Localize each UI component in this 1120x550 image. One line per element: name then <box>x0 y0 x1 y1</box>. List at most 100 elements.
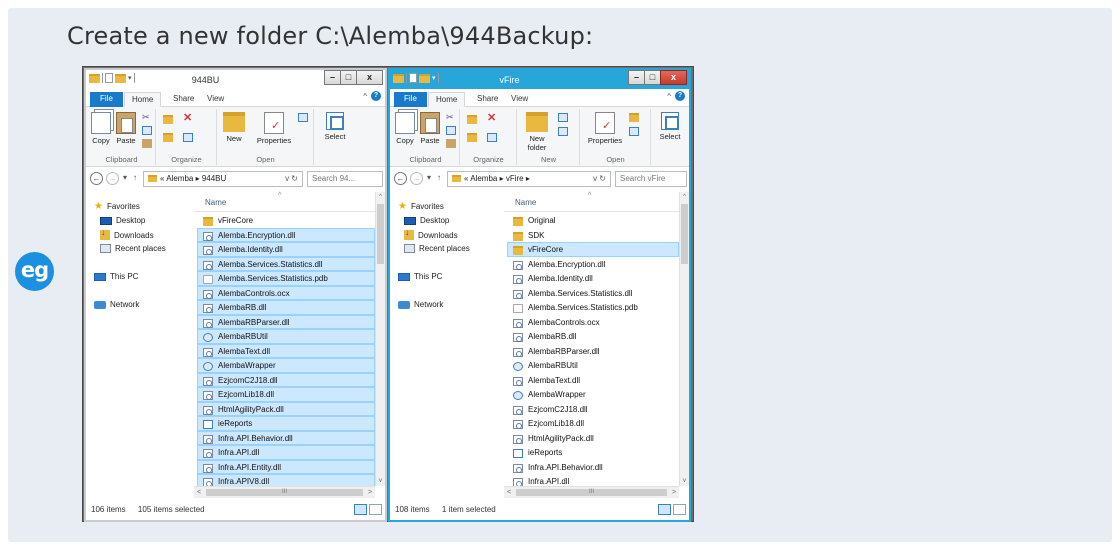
tab-share[interactable]: Share <box>470 92 505 107</box>
file-row[interactable]: Alemba.Services.Statistics.dll <box>507 286 679 301</box>
nav-item-favorites[interactable]: ★ Favorites <box>398 201 444 211</box>
file-row[interactable]: Original <box>507 213 679 228</box>
breadcrumb[interactable]: « Alemba ▸ 944BU <box>160 174 226 183</box>
open-icon[interactable] <box>629 113 639 122</box>
up-arrow-icon[interactable]: ↑ <box>437 173 441 182</box>
explorer-window-944bu[interactable]: ▾ 944BU – □ x File Home Share View ^ ? C… <box>84 68 387 522</box>
tab-view[interactable]: View <box>200 92 231 107</box>
copy-button[interactable]: Copy <box>91 112 111 145</box>
nav-item-recent-places[interactable]: Recent places <box>404 244 470 253</box>
paste-shortcut-icon[interactable] <box>142 139 152 148</box>
expand-ribbon-icon[interactable]: ^ <box>667 92 671 101</box>
tab-home[interactable]: Home <box>124 92 162 107</box>
column-header-name[interactable]: Name ^ <box>504 192 679 212</box>
details-view-icon[interactable] <box>354 504 367 515</box>
tab-view[interactable]: View <box>504 92 535 107</box>
delete-icon[interactable]: ✕ <box>183 113 193 124</box>
cut-icon[interactable]: ✂ <box>142 113 152 122</box>
file-row[interactable]: EzjcomLib18.dll <box>507 416 679 431</box>
maximize-button[interactable]: □ <box>644 70 661 85</box>
file-row[interactable]: HtmlAgilityPack.dll <box>197 401 375 416</box>
copy-path-icon[interactable] <box>446 126 456 135</box>
details-view-icon[interactable] <box>658 504 671 515</box>
file-row[interactable]: AlembaControls.ocx <box>507 315 679 330</box>
rename-icon[interactable] <box>183 133 193 142</box>
properties-button[interactable]: Properties <box>254 112 294 145</box>
tab-file[interactable]: File <box>394 92 427 107</box>
scroll-up-icon[interactable]: ^ <box>376 192 385 202</box>
breadcrumb[interactable]: « Alemba ▸ vFire ▸ <box>464 174 530 183</box>
file-row[interactable]: Alemba.Identity.dll <box>507 271 679 286</box>
up-arrow-icon[interactable]: ↑ <box>133 173 137 182</box>
copy-to-icon[interactable] <box>467 133 477 142</box>
close-button[interactable]: x <box>660 70 687 85</box>
nav-item-network[interactable]: Network <box>94 300 139 309</box>
nav-item-desktop[interactable]: Desktop <box>100 216 145 225</box>
file-row[interactable]: Alemba.Identity.dll <box>197 242 375 257</box>
scroll-down-icon[interactable]: v <box>680 476 689 486</box>
nav-item-this-pc[interactable]: This PC <box>94 272 138 281</box>
new-folder-button[interactable]: New folder <box>522 112 552 152</box>
file-row[interactable]: EzjcomC2J18.dll <box>197 372 375 387</box>
file-row[interactable]: AlembaWrapper <box>507 387 679 402</box>
paste-shortcut-icon[interactable] <box>446 139 456 148</box>
file-row[interactable]: EzjcomC2J18.dll <box>507 402 679 417</box>
close-button[interactable]: x <box>356 70 383 85</box>
delete-icon[interactable]: ✕ <box>487 113 497 124</box>
forward-arrow-icon[interactable]: → <box>410 172 423 185</box>
search-input[interactable]: Search vFire <box>615 171 687 187</box>
file-row[interactable]: Infra.API.dll <box>197 445 375 460</box>
cut-icon[interactable]: ✂ <box>446 113 456 122</box>
file-row[interactable]: Alemba.Services.Statistics.pdb <box>507 300 679 315</box>
file-row[interactable]: vFireCore <box>507 242 679 257</box>
nav-item-downloads[interactable]: Downloads <box>404 227 458 240</box>
rename-icon[interactable] <box>487 133 497 142</box>
refresh-icon[interactable]: v ↻ <box>285 172 298 186</box>
file-row[interactable]: Infra.API.Behavior.dll <box>507 460 679 475</box>
file-row[interactable]: AlembaRBUtil <box>197 329 375 344</box>
open-icon[interactable] <box>298 113 308 122</box>
file-row[interactable]: Infra.API.Behavior.dll <box>197 430 375 445</box>
horizontal-scrollbar[interactable]: < III > <box>504 486 679 498</box>
paste-button[interactable]: Paste <box>115 112 137 145</box>
nav-item-network[interactable]: Network <box>398 300 443 309</box>
maximize-button[interactable]: □ <box>340 70 357 85</box>
back-arrow-icon[interactable]: ← <box>394 172 407 185</box>
file-row[interactable]: AlembaRBParser.dll <box>197 314 375 329</box>
copy-to-icon[interactable] <box>163 133 173 142</box>
file-row[interactable]: EzjcomLib18.dll <box>197 387 375 402</box>
nav-item-favorites[interactable]: ★ Favorites <box>94 201 140 211</box>
scroll-up-icon[interactable]: ^ <box>680 192 689 202</box>
paste-button[interactable]: Paste <box>419 112 441 145</box>
refresh-icon[interactable]: v ↻ <box>593 172 606 186</box>
scroll-left-icon[interactable]: < <box>504 487 514 499</box>
nav-item-this-pc[interactable]: This PC <box>398 272 442 281</box>
file-row[interactable]: Alemba.Encryption.dll <box>197 227 375 242</box>
recent-locations-icon[interactable]: ▾ <box>123 173 127 182</box>
select-button[interactable]: Select <box>656 112 684 141</box>
file-row[interactable]: HtmlAgilityPack.dll <box>507 431 679 446</box>
tab-share[interactable]: Share <box>166 92 201 107</box>
scroll-thumb[interactable] <box>681 204 688 264</box>
file-row[interactable]: Alemba.Services.Statistics.pdb <box>197 271 375 286</box>
file-row[interactable]: ieReports <box>507 445 679 460</box>
help-icon[interactable]: ? <box>371 91 381 101</box>
tab-file[interactable]: File <box>90 92 123 107</box>
search-input[interactable]: Search 94... <box>307 171 383 187</box>
scroll-down-icon[interactable]: v <box>376 476 385 486</box>
move-to-icon[interactable] <box>163 115 173 124</box>
file-row[interactable]: AlembaRB.dll <box>507 329 679 344</box>
large-icons-view-icon[interactable] <box>673 504 686 515</box>
nav-item-downloads[interactable]: Downloads <box>100 227 154 240</box>
scroll-thumb[interactable]: III <box>206 489 363 496</box>
file-row[interactable]: ieReports <box>197 416 375 431</box>
scroll-left-icon[interactable]: < <box>194 487 204 499</box>
file-row[interactable]: AlembaWrapper <box>197 358 375 373</box>
column-header-name[interactable]: Name ^ <box>194 192 375 212</box>
recent-locations-icon[interactable]: ▾ <box>427 173 431 182</box>
expand-ribbon-icon[interactable]: ^ <box>363 92 367 101</box>
vertical-scrollbar[interactable]: ^ v <box>679 192 689 486</box>
nav-item-recent-places[interactable]: Recent places <box>100 244 166 253</box>
edit-icon[interactable] <box>629 127 639 136</box>
easy-access-icon[interactable] <box>558 127 568 136</box>
